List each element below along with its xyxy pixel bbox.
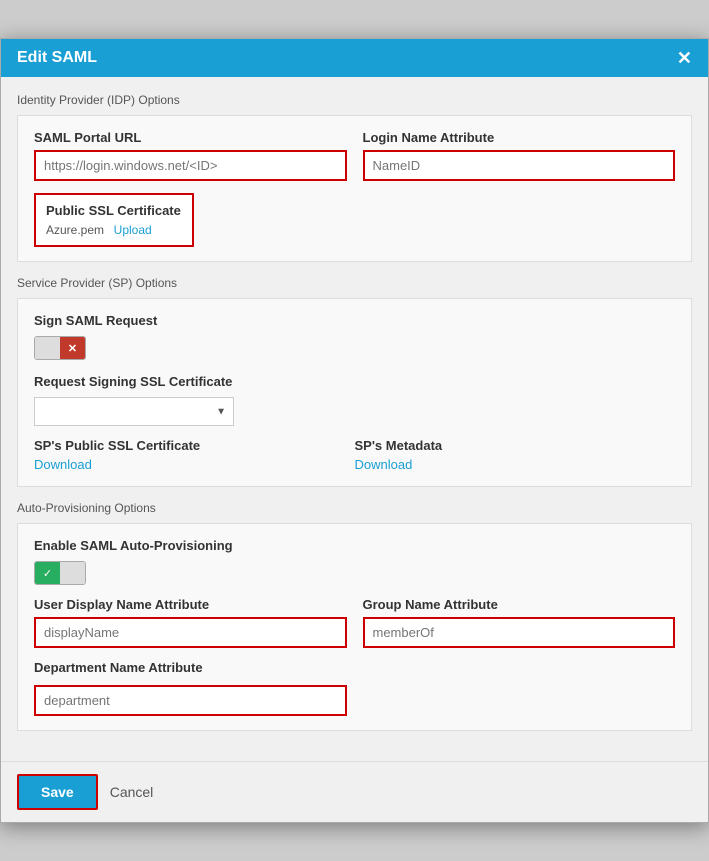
request-signing-ssl-wrapper: ▼ <box>34 397 234 426</box>
login-name-attribute-label: Login Name Attribute <box>363 130 676 145</box>
public-ssl-cert-filename: Azure.pem <box>46 223 104 237</box>
public-ssl-cert-box: Public SSL Certificate Azure.pem Upload <box>34 193 194 247</box>
modal-footer: Save Cancel <box>1 761 708 822</box>
saml-portal-url-label: SAML Portal URL <box>34 130 347 145</box>
sign-saml-toggle[interactable]: ✕ <box>34 336 86 360</box>
edit-saml-modal: Edit SAML ✕ Identity Provider (IDP) Opti… <box>0 38 709 823</box>
user-display-name-label: User Display Name Attribute <box>34 597 347 612</box>
sign-saml-row: Sign SAML Request ✕ <box>34 313 675 362</box>
group-name-label: Group Name Attribute <box>363 597 676 612</box>
display-group-row: User Display Name Attribute Group Name A… <box>34 597 675 648</box>
sp-section-box: Sign SAML Request ✕ Request Signing SSL … <box>17 298 692 487</box>
modal-header: Edit SAML ✕ <box>1 39 708 77</box>
idp-section-box: SAML Portal URL Login Name Attribute Pub… <box>17 115 692 262</box>
sp-metadata-label: SP's Metadata <box>355 438 676 453</box>
close-button[interactable]: ✕ <box>677 49 692 67</box>
toggle-left-side <box>35 337 60 359</box>
request-signing-ssl-label: Request Signing SSL Certificate <box>34 374 675 389</box>
sp-metadata-col: SP's Metadata Download <box>355 438 676 472</box>
user-display-name-col: User Display Name Attribute <box>34 597 347 648</box>
sp-public-ssl-label: SP's Public SSL Certificate <box>34 438 355 453</box>
group-name-col: Group Name Attribute <box>363 597 676 648</box>
cancel-button[interactable]: Cancel <box>110 784 154 800</box>
saml-portal-url-col: SAML Portal URL <box>34 130 347 181</box>
toggle-on-left: ✓ <box>35 562 60 584</box>
user-display-name-input[interactable] <box>34 617 347 648</box>
department-name-input[interactable] <box>34 685 347 716</box>
login-name-attribute-col: Login Name Attribute <box>363 130 676 181</box>
idp-url-row: SAML Portal URL Login Name Attribute <box>34 130 675 181</box>
modal-title: Edit SAML <box>17 49 97 67</box>
sp-section-label: Service Provider (SP) Options <box>17 276 692 290</box>
request-signing-ssl-row: Request Signing SSL Certificate ▼ <box>34 374 675 426</box>
public-ssl-cert-wrapper: Public SSL Certificate Azure.pem Upload <box>34 193 675 247</box>
sp-metadata-download[interactable]: Download <box>355 457 413 472</box>
toggle-on-right <box>60 562 85 584</box>
enable-saml-label: Enable SAML Auto-Provisioning <box>34 538 675 553</box>
login-name-attribute-input[interactable] <box>363 150 676 181</box>
request-signing-ssl-select[interactable] <box>34 397 234 426</box>
modal-body: Identity Provider (IDP) Options SAML Por… <box>1 77 708 761</box>
enable-saml-toggle[interactable]: ✓ <box>34 561 86 585</box>
sp-public-ssl-col: SP's Public SSL Certificate Download <box>34 438 355 472</box>
group-name-input[interactable] <box>363 617 676 648</box>
auto-prov-section-box: Enable SAML Auto-Provisioning ✓ User Dis… <box>17 523 692 731</box>
toggle-right-side: ✕ <box>60 337 85 359</box>
sign-saml-label: Sign SAML Request <box>34 313 675 328</box>
department-name-label: Department Name Attribute <box>34 660 675 675</box>
department-name-wrapper <box>34 680 347 716</box>
save-button[interactable]: Save <box>17 774 98 810</box>
public-ssl-cert-label: Public SSL Certificate <box>46 203 182 218</box>
sp-links-row: SP's Public SSL Certificate Download SP'… <box>34 438 675 472</box>
saml-portal-url-input[interactable] <box>34 150 347 181</box>
department-name-row: Department Name Attribute <box>34 660 675 716</box>
sp-public-ssl-download[interactable]: Download <box>34 457 92 472</box>
auto-prov-section-label: Auto-Provisioning Options <box>17 501 692 515</box>
upload-link[interactable]: Upload <box>114 223 152 237</box>
idp-section-label: Identity Provider (IDP) Options <box>17 93 692 107</box>
enable-saml-row: Enable SAML Auto-Provisioning ✓ <box>34 538 675 585</box>
